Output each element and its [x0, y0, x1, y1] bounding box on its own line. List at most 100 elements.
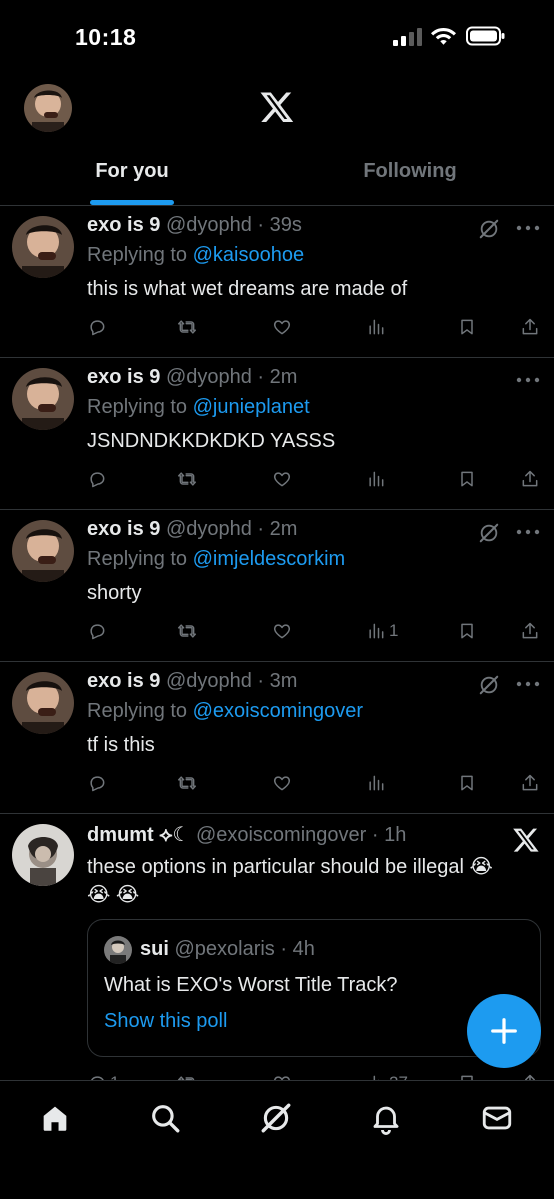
tweet[interactable]: exo is 9 @dyophd · 3m Replying to @exois… [0, 662, 554, 814]
timestamp[interactable]: 3m [270, 670, 298, 692]
tab-for-you[interactable]: For you [32, 160, 232, 183]
compose-button[interactable] [467, 994, 541, 1068]
reply-handle-link[interactable]: @kaisoohoe [193, 244, 304, 266]
quoted-display-name[interactable]: sui [140, 938, 169, 960]
share-button[interactable] [520, 772, 540, 794]
reply-button[interactable] [87, 468, 107, 490]
like-button[interactable] [272, 468, 292, 490]
nav-search[interactable] [148, 1101, 182, 1135]
display-name[interactable]: exo is 9 [87, 214, 160, 236]
share-button[interactable] [520, 1072, 540, 1080]
tweet[interactable]: exo is 9 @dyophd · 2m Replying to @junie… [0, 358, 554, 510]
share-icon [522, 622, 538, 639]
reply-button[interactable] [87, 620, 107, 642]
reply-handle-link[interactable]: @exoiscomingover [193, 700, 363, 722]
display-name[interactable]: dmumt ⟡☾ [87, 824, 190, 846]
bookmark-button[interactable] [457, 1072, 477, 1080]
display-name[interactable]: exo is 9 [87, 670, 160, 692]
quoted-timestamp[interactable]: 4h [293, 938, 315, 960]
bookmark-button[interactable] [457, 620, 477, 642]
like-button[interactable] [272, 1072, 292, 1080]
tweet-text: shorty [87, 582, 142, 604]
bookmark-icon [461, 319, 473, 335]
retweet-button[interactable] [177, 468, 197, 490]
views-icon [369, 471, 384, 487]
tweet-actions [87, 772, 547, 796]
reply-button[interactable] [87, 772, 107, 794]
like-button[interactable] [272, 772, 292, 794]
tweet[interactable]: exo is 9 @dyophd · 39s Replying to @kais… [0, 206, 554, 358]
reply-button[interactable]: 1 [87, 1072, 119, 1080]
bookmark-button[interactable] [457, 772, 477, 794]
nav-grok[interactable] [259, 1101, 293, 1135]
share-button[interactable] [520, 620, 540, 642]
views-button[interactable] [366, 468, 386, 490]
bookmark-button[interactable] [457, 316, 477, 338]
more-icon[interactable] [516, 528, 540, 536]
timestamp[interactable]: 1h [384, 824, 406, 846]
handle[interactable]: @dyophd [166, 518, 252, 540]
tab-following[interactable]: Following [310, 160, 510, 183]
views-button[interactable] [366, 772, 386, 794]
share-button[interactable] [520, 468, 540, 490]
timeline-feed[interactable]: exo is 9 @dyophd · 39s Replying to @kais… [0, 206, 554, 1080]
more-icon[interactable] [516, 680, 540, 688]
like-button[interactable] [272, 620, 292, 642]
timestamp[interactable]: 2m [270, 366, 298, 388]
avatar[interactable] [12, 216, 74, 278]
nav-messages[interactable] [480, 1101, 514, 1135]
timestamp[interactable]: 39s [270, 214, 302, 236]
retweet-button[interactable] [177, 620, 197, 642]
handle[interactable]: @dyophd [166, 214, 252, 236]
reply-handle-link[interactable]: @imjeldescorkim [193, 548, 346, 570]
show-poll-link[interactable]: Show this poll [104, 1010, 227, 1033]
views-icon [369, 319, 384, 335]
wifi-icon [431, 28, 456, 45]
tweet-actions [87, 468, 547, 492]
like-icon [273, 624, 291, 639]
grok-icon[interactable] [478, 522, 500, 544]
more-icon[interactable] [516, 376, 540, 384]
more-icon[interactable] [516, 224, 540, 232]
grok-icon[interactable] [478, 674, 500, 696]
reply-icon [90, 776, 105, 792]
tweet-text-line-2: 😭 😭 [87, 884, 140, 906]
reply-icon [90, 472, 105, 488]
avatar[interactable] [12, 368, 74, 430]
reply-handle-link[interactable]: @junieplanet [193, 396, 310, 418]
handle[interactable]: @dyophd [166, 366, 252, 388]
bookmark-button[interactable] [457, 468, 477, 490]
retweet-button[interactable] [177, 1072, 197, 1080]
nav-home[interactable] [38, 1101, 72, 1135]
views-button[interactable] [366, 316, 386, 338]
display-name[interactable]: exo is 9 [87, 518, 160, 540]
avatar[interactable] [12, 520, 74, 582]
quoted-avatar[interactable] [104, 936, 132, 964]
nav-notifications[interactable] [369, 1101, 403, 1135]
avatar[interactable] [12, 824, 74, 886]
retweet-icon [177, 776, 197, 790]
avatar[interactable] [12, 672, 74, 734]
grok-icon[interactable] [478, 218, 500, 240]
like-button[interactable] [272, 316, 292, 338]
reply-button[interactable] [87, 316, 107, 338]
tweet[interactable]: exo is 9 @dyophd · 2m Replying to @imjel… [0, 510, 554, 662]
timeline-header: For you Following [0, 70, 554, 206]
replying-to: Replying to @junieplanet [87, 396, 310, 419]
quoted-handle[interactable]: @pexolaris [174, 938, 274, 960]
share-button[interactable] [520, 316, 540, 338]
home-indicator [207, 1186, 347, 1191]
handle[interactable]: @exoiscomingover [196, 824, 366, 846]
handle[interactable]: @dyophd [166, 670, 252, 692]
replying-prefix: Replying to [87, 244, 193, 266]
display-name[interactable]: exo is 9 [87, 366, 160, 388]
active-tab-indicator [90, 200, 174, 205]
reply-icon [90, 624, 105, 640]
retweet-button[interactable] [177, 316, 197, 338]
timestamp[interactable]: 2m [270, 518, 298, 540]
profile-avatar[interactable] [24, 84, 72, 132]
views-button[interactable]: 27 [366, 1072, 408, 1080]
tweet-text: this is what wet dreams are made of [87, 278, 408, 300]
views-button[interactable]: 1 [366, 620, 398, 642]
retweet-button[interactable] [177, 772, 197, 794]
